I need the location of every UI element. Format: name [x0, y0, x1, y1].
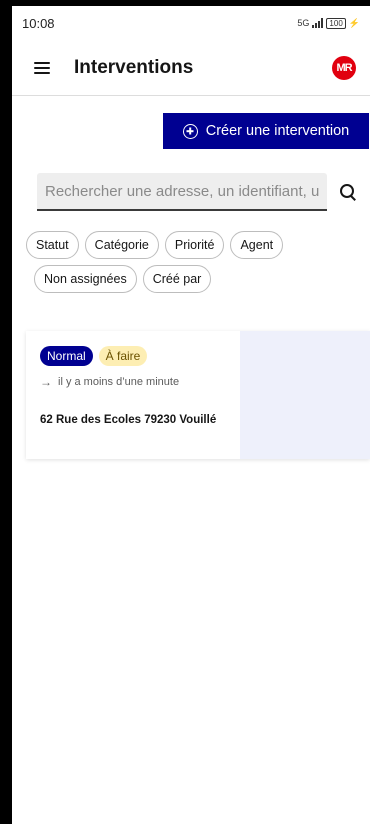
- status-time: 10:08: [22, 15, 55, 31]
- intervention-card[interactable]: Normal À faire → il y a moins d’une minu…: [26, 331, 370, 459]
- intervention-address: 62 Rue des Ecoles 79230 Vouillé: [40, 414, 217, 426]
- intervention-card-details: Normal À faire → il y a moins d’une minu…: [26, 331, 240, 459]
- app-screen: 10:08 5G 100 ⚡ Interventions MR Créer un…: [12, 6, 370, 824]
- filter-chip-priorite[interactable]: Priorité: [164, 231, 225, 259]
- filter-chip-statut[interactable]: Statut: [26, 231, 79, 259]
- filter-chip-categorie[interactable]: Catégorie: [84, 231, 159, 259]
- intervention-updated: → il y a moins d’une minute: [40, 375, 226, 389]
- filter-chip-non-assignees[interactable]: Non assignées: [34, 265, 137, 293]
- filter-chip-cree-par[interactable]: Créé par: [142, 265, 212, 293]
- page-title: Interventions: [74, 56, 194, 78]
- status-icons: 5G 100 ⚡: [297, 17, 360, 29]
- charging-icon: ⚡: [348, 17, 360, 28]
- app-header: Interventions MR: [12, 40, 370, 96]
- intervention-card-image-placeholder: [240, 331, 370, 459]
- plus-circle-icon: [182, 123, 198, 139]
- hamburger-icon[interactable]: [34, 61, 50, 74]
- search-row: [37, 172, 367, 212]
- filter-chip-agent[interactable]: Agent: [230, 231, 284, 259]
- battery-icon: 100: [326, 17, 346, 29]
- create-intervention-button[interactable]: Créer une intervention: [163, 113, 369, 149]
- network-label: 5G: [297, 18, 310, 28]
- search-icon[interactable]: [339, 183, 357, 201]
- arrow-right-icon: →: [40, 375, 52, 389]
- filter-chips: Statut Catégorie Priorité Agent Non assi…: [26, 231, 366, 293]
- search-input[interactable]: [37, 173, 327, 211]
- status-bar: 10:08 5G 100 ⚡: [12, 6, 370, 40]
- create-intervention-label: Créer une intervention: [205, 123, 350, 139]
- app-logo[interactable]: MR: [332, 55, 356, 80]
- intervention-badges: Normal À faire: [40, 346, 226, 366]
- priority-badge: Normal: [40, 346, 93, 366]
- signal-icon: [312, 18, 324, 28]
- intervention-updated-text: il y a moins d’une minute: [58, 376, 180, 388]
- status-badge: À faire: [98, 346, 148, 366]
